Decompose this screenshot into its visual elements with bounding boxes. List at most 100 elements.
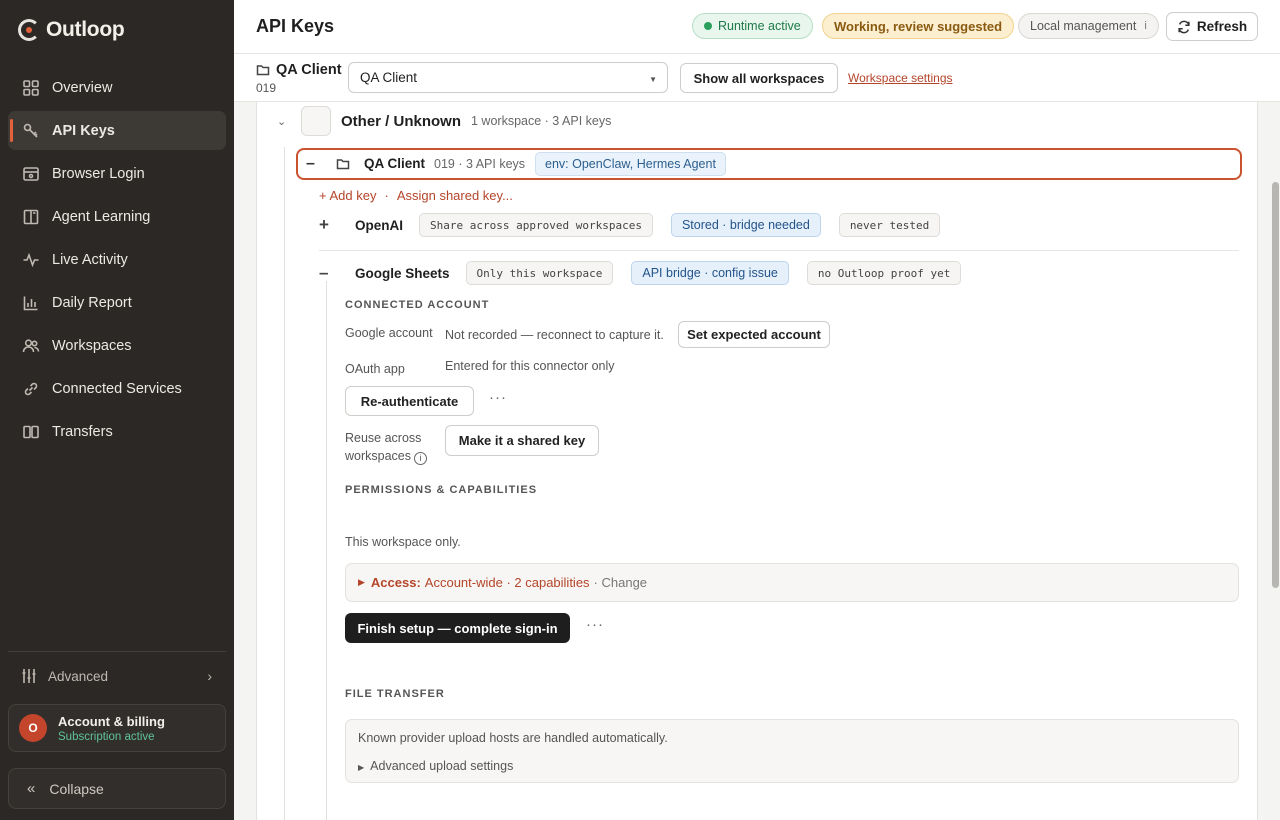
double-chevron-left-icon: « — [27, 780, 36, 797]
finish-setup-button[interactable]: Finish setup — complete sign-in — [345, 613, 570, 643]
book-icon — [22, 208, 40, 226]
workspace-select-value: QA Client — [360, 70, 418, 85]
sidebar-item-label: Browser Login — [52, 165, 145, 182]
sidebar-item-transfers[interactable]: Transfers — [8, 412, 226, 451]
oauth-app-label: OAuth app — [345, 362, 405, 376]
sidebar-item-daily-report[interactable]: Daily Report — [8, 283, 226, 322]
more-options-icon[interactable]: ··· — [586, 616, 604, 633]
browser-icon — [22, 165, 40, 183]
subscription-status: Subscription active — [58, 730, 155, 743]
refresh-icon — [1178, 20, 1190, 33]
advanced-label: Advanced — [48, 668, 109, 684]
scrollbar-thumb[interactable] — [1272, 182, 1279, 588]
working-status-badge[interactable]: Working, review suggested — [822, 13, 1015, 39]
collapse-minus-icon[interactable]: – — [306, 155, 315, 173]
service-name: OpenAI — [355, 217, 404, 233]
make-shared-key-button[interactable]: Make it a shared key — [445, 425, 599, 456]
permission-scope-text: This workspace only. — [345, 535, 461, 549]
file-transfer-text: Known provider upload hosts are handled … — [358, 731, 668, 745]
sidebar-item-label: Transfers — [52, 423, 113, 440]
bar-chart-icon — [22, 294, 40, 312]
account-title: Account & billing — [58, 713, 165, 729]
workspace-card: ⌄ Other / Unknown 1 workspace · 3 API ke… — [256, 102, 1258, 820]
chevron-down-icon[interactable]: ⌄ — [277, 115, 286, 128]
group-title: Other / Unknown — [341, 112, 461, 130]
collapse-button[interactable]: « Collapse — [8, 768, 226, 809]
workspace-name: QA Client — [256, 62, 342, 78]
advanced-toggle[interactable]: Advanced › — [8, 662, 226, 690]
env-tag: env: OpenClaw, Hermes Agent — [535, 152, 726, 176]
sidebar-item-overview[interactable]: Overview — [8, 68, 226, 107]
sidebar-item-agent-learning[interactable]: Agent Learning — [8, 197, 226, 236]
app-name: Outloop — [46, 18, 125, 41]
sidebar-item-label: Agent Learning — [52, 208, 151, 225]
collapse-label: Collapse — [49, 780, 104, 797]
sidebar: Outloop Overview API Keys Browser Login … — [0, 0, 234, 820]
local-management-badge[interactable]: Local management i — [1018, 13, 1159, 39]
info-icon[interactable]: i — [414, 451, 427, 465]
sidebar-item-connected-services[interactable]: Connected Services — [8, 369, 226, 408]
scrollbar[interactable] — [1270, 102, 1280, 820]
folder-icon — [336, 157, 350, 174]
service-row-openai[interactable]: + OpenAI Share across approved workspace… — [319, 210, 958, 240]
reuse-label: Reuse across workspaces i — [345, 429, 427, 465]
re-authenticate-button[interactable]: Re-authenticate — [345, 386, 474, 416]
status-dot-icon — [704, 22, 712, 30]
sidebar-item-live-activity[interactable]: Live Activity — [8, 240, 226, 279]
service-name: Google Sheets — [355, 265, 450, 281]
folder-icon — [256, 65, 270, 76]
status-tag: Stored · bridge needed — [670, 213, 821, 237]
expand-plus-icon[interactable]: + — [319, 215, 355, 235]
workspace-settings-link[interactable]: Workspace settings — [848, 71, 953, 85]
scope-tag: Share across approved workspaces — [419, 213, 653, 237]
sidebar-item-api-keys[interactable]: API Keys — [8, 111, 226, 150]
sidebar-item-label: Overview — [52, 79, 113, 96]
local-management-text: Local management — [1030, 19, 1137, 33]
more-options-icon[interactable]: ··· — [489, 389, 507, 406]
tree-line — [326, 281, 327, 820]
sidebar-divider — [8, 651, 226, 652]
oauth-app-value: Entered for this connector only — [445, 359, 615, 373]
refresh-button[interactable]: Refresh — [1166, 12, 1258, 41]
sidebar-item-label: Daily Report — [52, 294, 132, 311]
app-logo[interactable]: Outloop — [18, 18, 125, 42]
section-heading-connected-account: CONNECTED ACCOUNT — [345, 299, 490, 311]
advanced-upload-settings-toggle[interactable]: ▶ Advanced upload settings — [358, 759, 513, 773]
add-key-link[interactable]: + Add key — [319, 188, 376, 203]
google-account-label: Google account — [345, 326, 433, 340]
working-status-text: Working, review suggested — [834, 18, 1003, 34]
group-icon — [301, 106, 331, 136]
key-icon — [22, 122, 40, 140]
workspace-row-qa-client[interactable]: – QA Client 019 · 3 API keys env: OpenCl… — [296, 148, 1242, 180]
caret-down-icon: ▼ — [649, 75, 657, 84]
page-header: API Keys Runtime active Working, review … — [234, 0, 1280, 54]
runtime-status-text: Runtime active — [718, 19, 801, 33]
link-icon — [22, 380, 40, 398]
triangle-right-icon: ▶ — [358, 763, 365, 772]
status-tag: API bridge · config issue — [631, 261, 789, 285]
group-header[interactable]: Other / Unknown 1 workspace · 3 API keys — [301, 105, 611, 137]
grid-icon — [22, 79, 40, 97]
service-row-google-sheets[interactable]: – Google Sheets Only this workspace API … — [319, 258, 979, 288]
assign-shared-key-link[interactable]: Assign shared key... — [397, 188, 513, 203]
access-change-link[interactable]: · Change — [594, 575, 647, 590]
collapse-minus-icon[interactable]: – — [319, 263, 355, 283]
account-billing[interactable]: O Account & billing Subscription active — [8, 704, 226, 752]
workspace-bar: QA Client 019 QA Client ▼ Show all works… — [234, 54, 1280, 102]
workspace-select[interactable]: QA Client ▼ — [348, 62, 668, 93]
users-icon — [22, 337, 40, 355]
show-all-workspaces-button[interactable]: Show all workspaces — [680, 63, 838, 93]
access-summary[interactable]: ▶ Access: Account-wide · 2 capabilities … — [345, 563, 1239, 602]
sidebar-item-label: API Keys — [52, 122, 115, 139]
sidebar-item-workspaces[interactable]: Workspaces — [8, 326, 226, 365]
sidebar-item-browser-login[interactable]: Browser Login — [8, 154, 226, 193]
scope-tag: Only this workspace — [465, 261, 614, 285]
page-title: API Keys — [256, 16, 335, 36]
avatar: O — [19, 714, 47, 742]
advanced-upload-label: Advanced upload settings — [370, 759, 514, 773]
chevron-right-icon: › — [207, 668, 212, 684]
columns-icon — [22, 423, 40, 441]
section-heading-file-transfer: FILE TRANSFER — [345, 688, 445, 700]
info-icon: i — [1144, 20, 1147, 32]
set-expected-account-button[interactable]: Set expected account — [678, 321, 830, 348]
